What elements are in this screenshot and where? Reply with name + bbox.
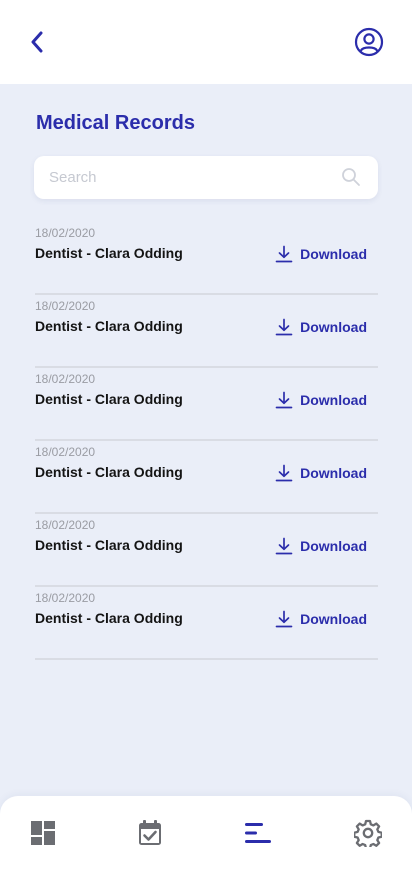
list-item: 18/02/2020 Dentist - Clara Odding Downlo… — [35, 368, 378, 441]
record-date: 18/02/2020 — [35, 299, 96, 313]
download-label: Download — [300, 538, 367, 554]
record-date: 18/02/2020 — [35, 591, 96, 605]
list-item: 18/02/2020 Dentist - Clara Odding Downlo… — [35, 441, 378, 514]
nav-item-dashboard[interactable] — [29, 819, 57, 847]
dashboard-icon — [31, 821, 55, 845]
download-button[interactable]: Download — [275, 608, 367, 630]
gear-icon — [354, 819, 382, 847]
download-button[interactable]: Download — [275, 316, 367, 338]
record-title: Dentist - Clara Odding — [35, 391, 183, 407]
download-label: Download — [300, 392, 367, 408]
download-icon — [275, 464, 293, 482]
list-item: 18/02/2020 Dentist - Clara Odding Downlo… — [35, 587, 378, 660]
record-title: Dentist - Clara Odding — [35, 610, 183, 626]
download-icon — [275, 537, 293, 555]
nav-item-settings[interactable] — [354, 819, 382, 847]
list-item: 18/02/2020 Dentist - Clara Odding Downlo… — [35, 514, 378, 587]
chevron-left-icon — [31, 31, 43, 53]
search-box — [34, 156, 378, 199]
page-title: Medical Records — [36, 112, 195, 134]
list-item: 18/02/2020 Dentist - Clara Odding Downlo… — [35, 295, 378, 368]
user-circle-icon — [354, 27, 384, 57]
bottom-nav — [0, 796, 412, 870]
download-label: Download — [300, 611, 367, 627]
records-list: 18/02/2020 Dentist - Clara Odding Downlo… — [35, 222, 378, 660]
top-bar — [0, 0, 412, 84]
calendar-check-icon — [139, 820, 161, 845]
search-input[interactable] — [49, 156, 329, 199]
download-button[interactable]: Download — [275, 535, 367, 557]
nav-item-records[interactable] — [244, 819, 272, 847]
download-button[interactable]: Download — [275, 389, 367, 411]
download-icon — [275, 391, 293, 409]
record-title: Dentist - Clara Odding — [35, 464, 183, 480]
download-button[interactable]: Download — [275, 462, 367, 484]
list-item: 18/02/2020 Dentist - Clara Odding Downlo… — [35, 222, 378, 295]
record-title: Dentist - Clara Odding — [35, 318, 183, 334]
back-button[interactable] — [24, 28, 50, 56]
record-title: Dentist - Clara Odding — [35, 245, 183, 261]
download-label: Download — [300, 246, 367, 262]
nav-item-calendar[interactable] — [136, 819, 164, 847]
download-icon — [275, 610, 293, 628]
download-icon — [275, 318, 293, 336]
download-label: Download — [300, 319, 367, 335]
download-icon — [275, 245, 293, 263]
download-button[interactable]: Download — [275, 243, 367, 265]
download-label: Download — [300, 465, 367, 481]
record-date: 18/02/2020 — [35, 372, 96, 386]
record-date: 18/02/2020 — [35, 226, 96, 240]
records-list-icon — [245, 823, 271, 843]
record-date: 18/02/2020 — [35, 445, 96, 459]
search-icon[interactable] — [341, 167, 361, 187]
record-title: Dentist - Clara Odding — [35, 537, 183, 553]
record-date: 18/02/2020 — [35, 518, 96, 532]
profile-button[interactable] — [353, 26, 385, 58]
